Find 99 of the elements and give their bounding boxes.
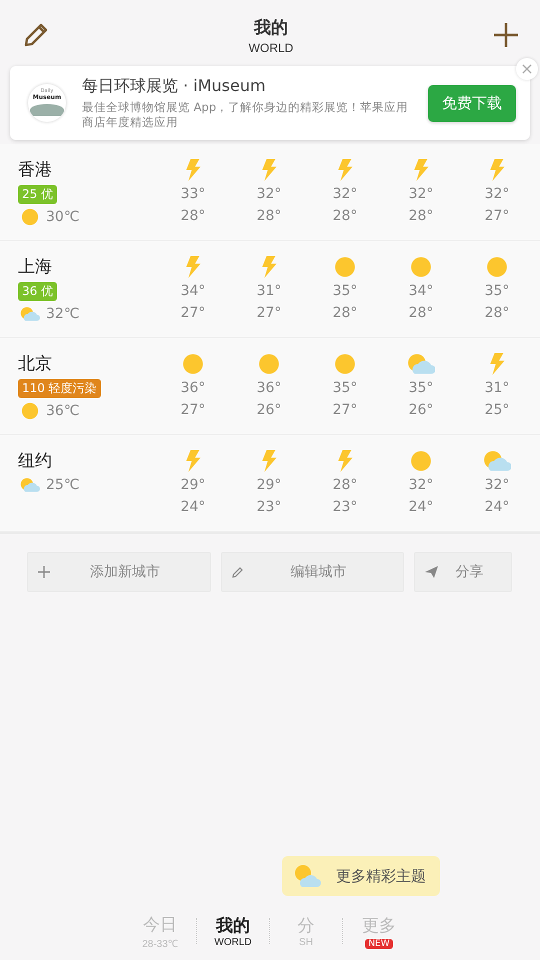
plus-icon — [38, 566, 50, 578]
ad-title: 每日环球展览 · iMuseum — [82, 76, 267, 97]
air-quality-badge: 110 轻度污染 — [18, 379, 101, 398]
sun-icon — [410, 450, 432, 472]
high-temperature: 32° — [256, 185, 282, 204]
high-temperature: 35° — [408, 379, 434, 398]
low-temperature: 27° — [332, 401, 358, 420]
high-temperature: 29° — [180, 476, 206, 495]
low-temperature: 28° — [408, 207, 434, 226]
sun-icon — [258, 353, 280, 375]
high-temperature: 32° — [408, 185, 434, 204]
sun-cloud-icon — [482, 450, 512, 472]
high-temperature: 36° — [180, 379, 206, 398]
lightning-icon — [488, 159, 506, 181]
low-temperature: 27° — [180, 304, 206, 323]
pencil-icon — [232, 566, 244, 578]
city-name: 纽约 — [18, 450, 52, 472]
high-temperature: 29° — [256, 476, 282, 495]
low-temperature: 24° — [484, 498, 510, 517]
lightning-icon — [412, 159, 430, 181]
air-quality-badge: 25 优 — [18, 185, 58, 204]
lightning-icon — [336, 159, 354, 181]
current-temperature: 25℃ — [46, 477, 80, 493]
lightning-icon — [260, 256, 278, 278]
air-quality-badge: 36 优 — [18, 282, 58, 301]
low-temperature: 26° — [256, 401, 282, 420]
new-badge: NEW — [365, 938, 393, 948]
lightning-icon — [260, 450, 278, 472]
sun-icon — [486, 256, 508, 278]
high-temperature: 32° — [408, 476, 434, 495]
city-row[interactable]: 香港 25 优 30℃ 33° 28° 32° 28° 32° 28° 32° 28° 32° 27° — [0, 144, 540, 241]
high-temperature: 32° — [484, 185, 510, 204]
city-name: 北京 — [18, 353, 52, 375]
lightning-icon — [488, 353, 506, 375]
low-temperature: 27° — [484, 207, 510, 226]
high-temperature: 35° — [332, 282, 358, 301]
download-button[interactable]: 免费下载 — [428, 84, 516, 122]
current-temperature: 36℃ — [46, 403, 80, 419]
more-themes-button[interactable]: 更多精彩主题 — [282, 856, 440, 896]
city-row[interactable]: 上海 36 优 32℃ 34° 27° 31° 27° 35° 28° 34° 28° 35° 28° — [0, 241, 540, 338]
high-temperature: 34° — [180, 282, 206, 301]
low-temperature: 28° — [332, 207, 358, 226]
sun-icon — [334, 256, 356, 278]
lightning-icon — [184, 450, 202, 472]
high-temperature: 36° — [256, 379, 282, 398]
low-temperature: 24° — [180, 498, 206, 517]
lightning-icon — [184, 256, 202, 278]
current-temperature: 32℃ — [46, 306, 80, 322]
high-temperature: 35° — [484, 282, 510, 301]
sun-icon — [182, 353, 204, 375]
high-temperature: 28° — [332, 476, 358, 495]
sun-icon — [334, 353, 356, 375]
sun-icon — [21, 208, 39, 226]
sun-icon — [410, 256, 432, 278]
tab[interactable]: 我的 WORLD — [201, 914, 265, 948]
current-temperature: 30℃ — [46, 209, 80, 225]
sun-cloud-icon — [20, 305, 40, 323]
city-name: 上海 — [18, 256, 52, 278]
high-temperature: 34° — [408, 282, 434, 301]
high-temperature: 31° — [256, 282, 282, 301]
low-temperature: 28° — [408, 304, 434, 323]
high-temperature: 31° — [484, 379, 510, 398]
page-title: 我的 — [254, 16, 288, 38]
close-button[interactable]: × — [516, 58, 538, 80]
ad-description: 最佳全球博物馆展览 App，了解你身边的精彩展览！苹果应用商店年度精选应用 — [82, 100, 410, 130]
add-city-button[interactable]: 添加新城市 — [27, 552, 211, 592]
low-temperature: 27° — [180, 401, 206, 420]
share-city-button[interactable]: 分享 — [414, 552, 512, 592]
high-temperature: 33° — [180, 185, 206, 204]
sun-cloud-icon — [406, 353, 436, 375]
lightning-icon — [184, 159, 202, 181]
low-temperature: 28° — [256, 207, 282, 226]
sun-cloud-icon — [20, 476, 40, 494]
edit-city-button[interactable]: 编辑城市 — [221, 552, 404, 592]
tab[interactable]: 更多 NEW — [347, 914, 411, 948]
low-temperature: 23° — [256, 498, 282, 517]
logo-wave-icon — [30, 104, 64, 116]
high-temperature: 32° — [332, 185, 358, 204]
high-temperature: 32° — [484, 476, 510, 495]
low-temperature: 28° — [332, 304, 358, 323]
low-temperature: 28° — [484, 304, 510, 323]
low-temperature: 28° — [180, 207, 206, 226]
page-subtitle: WORLD — [248, 40, 294, 54]
city-name: 香港 — [18, 159, 52, 181]
low-temperature: 27° — [256, 304, 282, 323]
city-row[interactable]: 北京 110 轻度污染 36℃ 36° 27° 36° 26° 35° 27° 35° 26° 31° 25° — [0, 338, 540, 435]
add-icon[interactable] — [492, 21, 520, 49]
low-temperature: 25° — [484, 401, 510, 420]
sun-icon — [21, 402, 39, 420]
pencil-icon[interactable] — [22, 21, 50, 49]
lightning-icon — [260, 159, 278, 181]
city-row[interactable]: 纽约 25℃ 29° 24° 29° 23° 28° 23° 32° 24° 32° 24° — [0, 435, 540, 532]
low-temperature: 23° — [332, 498, 358, 517]
sun-cloud-icon — [292, 863, 322, 889]
low-temperature: 26° — [408, 401, 434, 420]
high-temperature: 35° — [332, 379, 358, 398]
low-temperature: 24° — [408, 498, 434, 517]
lightning-icon — [336, 450, 354, 472]
paper-plane-icon — [425, 566, 438, 578]
